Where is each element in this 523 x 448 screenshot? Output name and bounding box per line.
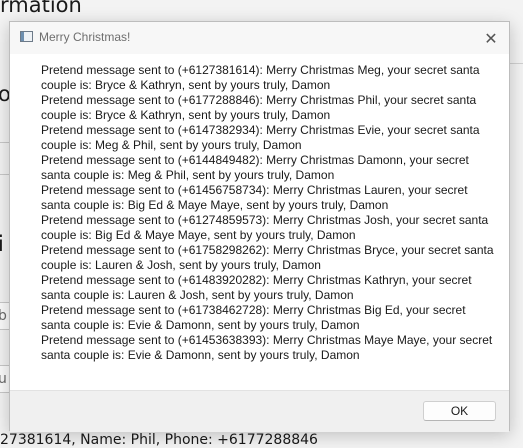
close-button[interactable]: ✕ [473,22,509,54]
app-window-icon [20,31,33,42]
ok-button[interactable]: OK [423,401,496,421]
message-line: Pretend message sent to (+61456758734): … [41,183,468,212]
message-line: Pretend message sent to (+61738462728): … [41,303,466,332]
message-line: Pretend message sent to (+61274859573): … [41,213,489,242]
dialog-title: Merry Christmas! [39,30,131,44]
close-icon: ✕ [484,28,498,48]
background-heading: rmation [0,0,82,17]
message-line: Pretend message sent to (+6177288846): M… [41,93,477,122]
dialog-content: Pretend message sent to (+6127381614): M… [10,54,509,390]
message-line: Pretend message sent to (+61453638393): … [41,333,493,362]
message-dialog: Merry Christmas! ✕ Pretend message sent … [9,21,510,432]
message-line: Pretend message sent to (+6147382934): M… [41,123,480,152]
message-line: Pretend message sent to (+6127381614): M… [41,63,480,92]
message-line: Pretend message sent to (+61758298262): … [41,243,494,272]
dialog-titlebar[interactable]: Merry Christmas! ✕ [10,22,509,55]
message-line: Pretend message sent to (+6144849482): M… [41,153,469,182]
dialog-footer: OK [10,390,509,432]
message-list: Pretend message sent to (+6127381614): M… [41,63,496,363]
background-heading-fragment: i [0,232,4,256]
message-line: Pretend message sent to (+61483920282): … [41,273,472,302]
background-divider [510,63,523,64]
